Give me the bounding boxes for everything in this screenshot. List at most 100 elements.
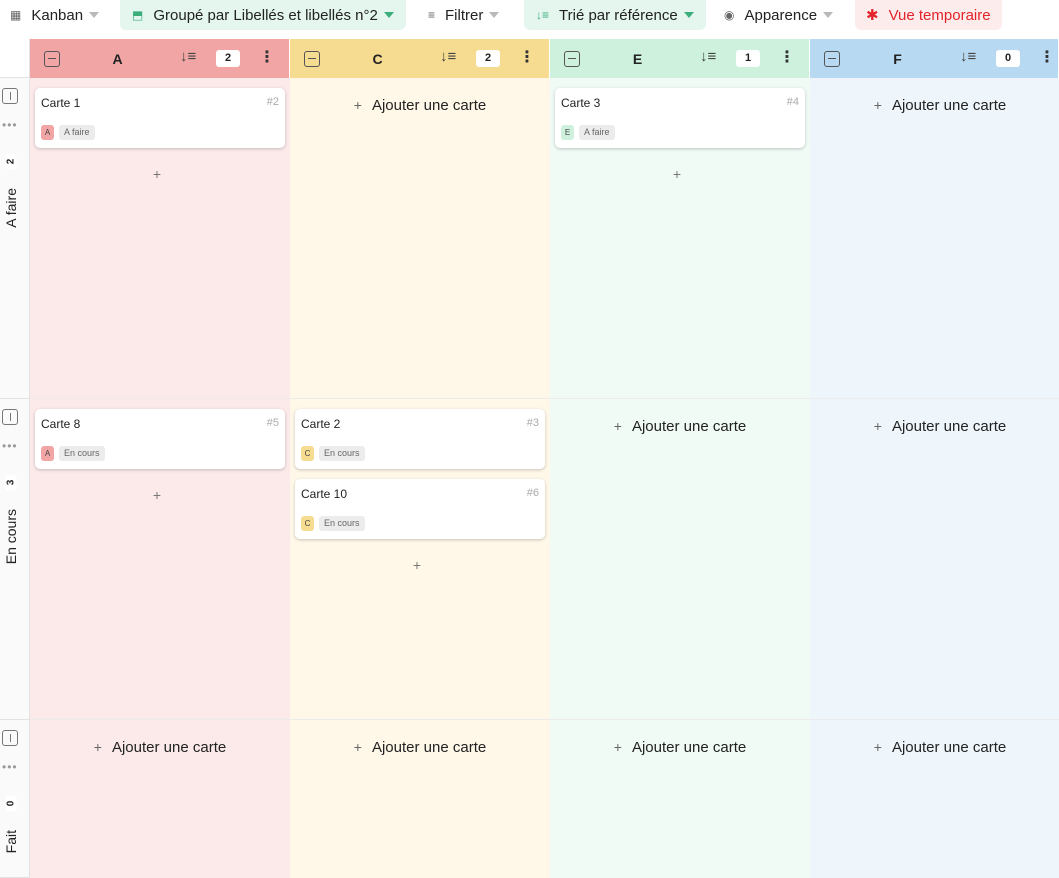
collapse-row-icon[interactable]	[2, 88, 18, 104]
group-icon: ⬒	[132, 8, 144, 22]
card-label-badge: C	[301, 446, 314, 461]
add-card-button[interactable]: + Ajouter une carte	[550, 739, 810, 756]
add-card-label: Ajouter une carte	[631, 739, 747, 756]
cell-fait-c: + Ajouter une carte	[290, 720, 550, 878]
cell-a-faire-a: Carte 1 #2 A A faire +	[30, 78, 290, 399]
chevron-down-icon	[489, 12, 500, 18]
cell-a-faire-c: + Ajouter une carte	[290, 78, 550, 399]
add-card-button[interactable]: + Ajouter une carte	[810, 739, 1059, 756]
add-card-button[interactable]: + Ajouter une carte	[290, 739, 550, 756]
appearance-label: Apparence	[744, 6, 818, 24]
more-horizontal-icon[interactable]: •••	[2, 119, 18, 131]
sort-icon[interactable]: ↓≡	[960, 48, 976, 65]
temporary-view-button[interactable]: ✱ Vue temporaire	[855, 0, 1002, 30]
add-card-button[interactable]: + Ajouter une carte	[810, 418, 1059, 435]
more-vertical-icon[interactable]: ⋮	[779, 49, 795, 67]
more-vertical-icon[interactable]: ⋮	[1039, 49, 1055, 67]
chevron-down-icon	[823, 12, 834, 18]
card-status-badge: En cours	[319, 516, 365, 531]
sort-icon[interactable]: ↓≡	[440, 48, 456, 65]
row-label-a-faire: ••• 2 A faire	[0, 78, 30, 399]
card-title: Carte 1	[41, 96, 81, 110]
chevron-down-icon	[383, 12, 394, 18]
filter-label: Filtrer	[445, 6, 484, 24]
card-reference: #4	[786, 96, 799, 108]
add-card-button[interactable]: + Ajouter une carte	[290, 97, 550, 114]
card[interactable]: Carte 8 #5 A En cours	[35, 409, 285, 469]
add-card-button[interactable]: + Ajouter une carte	[30, 739, 290, 756]
column-title: F	[893, 50, 902, 67]
cell-a-faire-e: Carte 3 #4 E A faire +	[550, 78, 810, 399]
card[interactable]: Carte 1 #2 A A faire	[35, 88, 285, 148]
cell-en-cours-e: + Ajouter une carte	[550, 399, 810, 720]
view-type-button[interactable]: ▦ Kanban	[10, 0, 100, 30]
card-title: Carte 10	[301, 487, 348, 501]
asterisk-icon: ✱	[866, 7, 879, 24]
add-card-label: Ajouter une carte	[371, 97, 487, 114]
row-count-badge: 3	[5, 474, 17, 491]
cell-en-cours-a: Carte 8 #5 A En cours +	[30, 399, 290, 720]
add-card-label: Ajouter une carte	[631, 418, 747, 435]
card-status-badge: En cours	[319, 446, 365, 461]
card[interactable]: Carte 3 #4 E A faire	[555, 88, 805, 148]
view-type-label: Kanban	[31, 6, 84, 24]
cell-fait-e: + Ajouter une carte	[550, 720, 810, 878]
add-card-plus-icon[interactable]: +	[667, 166, 687, 182]
more-vertical-icon[interactable]: ⋮	[519, 49, 535, 67]
chevron-down-icon	[89, 12, 100, 18]
cell-a-faire-f: + Ajouter une carte	[810, 78, 1059, 399]
plus-icon: +	[873, 97, 882, 113]
row-title: En cours	[3, 509, 19, 565]
plus-icon: +	[873, 418, 882, 434]
more-horizontal-icon[interactable]: •••	[2, 761, 18, 773]
more-vertical-icon[interactable]: ⋮	[259, 49, 275, 67]
column-count-badge: 1	[736, 50, 760, 67]
card[interactable]: Carte 2 #3 C En cours	[295, 409, 545, 469]
add-card-label: Ajouter une carte	[891, 418, 1007, 435]
card[interactable]: Carte 10 #6 C En cours	[295, 479, 545, 539]
plus-icon: +	[613, 418, 622, 434]
collapse-row-icon[interactable]	[2, 409, 18, 425]
appearance-button[interactable]: ◉ Apparence	[724, 0, 834, 30]
card-label-badge: E	[561, 125, 574, 140]
plus-icon: +	[353, 97, 362, 113]
plus-icon: +	[353, 739, 362, 755]
add-card-plus-icon[interactable]: +	[147, 166, 167, 182]
filter-icon: ≡	[428, 8, 436, 22]
card-label-badge: A	[41, 446, 54, 461]
collapse-row-icon[interactable]	[2, 730, 18, 746]
add-card-label: Ajouter une carte	[891, 739, 1007, 756]
add-card-label: Ajouter une carte	[891, 97, 1007, 114]
more-horizontal-icon[interactable]: •••	[2, 440, 18, 452]
row-count-badge: 0	[5, 795, 17, 812]
add-card-button[interactable]: + Ajouter une carte	[550, 418, 810, 435]
add-card-plus-icon[interactable]: +	[407, 557, 427, 573]
row-label-fait: ••• 0 Fait	[0, 720, 30, 878]
add-card-button[interactable]: + Ajouter une carte	[810, 97, 1059, 114]
sort-icon[interactable]: ↓≡	[180, 48, 196, 65]
toolbar: ▦ Kanban ⬒ Groupé par Libellés et libell…	[0, 0, 1059, 30]
card-reference: #2	[266, 96, 279, 108]
row-title: A faire	[3, 188, 19, 228]
card-reference: #3	[526, 417, 539, 429]
column-count-badge: 0	[996, 50, 1020, 67]
cell-fait-a: + Ajouter une carte	[30, 720, 290, 878]
filter-button[interactable]: ≡ Filtrer	[428, 0, 500, 30]
chevron-down-icon	[683, 12, 694, 18]
add-card-plus-icon[interactable]: +	[147, 487, 167, 503]
sort-icon[interactable]: ↓≡	[700, 48, 716, 65]
column-header-a: A ↓≡ 2 ⋮	[30, 39, 290, 78]
card-label-badge: A	[41, 125, 54, 140]
column-header-c: C ↓≡ 2 ⋮	[290, 39, 550, 78]
column-title: A	[112, 50, 123, 67]
card-status-badge: A faire	[59, 125, 95, 140]
card-reference: #5	[266, 417, 279, 429]
card-title: Carte 3	[561, 96, 601, 110]
group-by-button[interactable]: ⬒ Groupé par Libellés et libellés n°2	[120, 0, 406, 30]
column-header-f: F ↓≡ 0 ⋮	[810, 39, 1059, 78]
row-title: Fait	[3, 830, 19, 854]
plus-icon: +	[613, 739, 622, 755]
column-title: E	[632, 50, 643, 67]
sort-button[interactable]: ↓≡ Trié par référence	[524, 0, 706, 30]
column-header-e: E ↓≡ 1 ⋮	[550, 39, 810, 78]
